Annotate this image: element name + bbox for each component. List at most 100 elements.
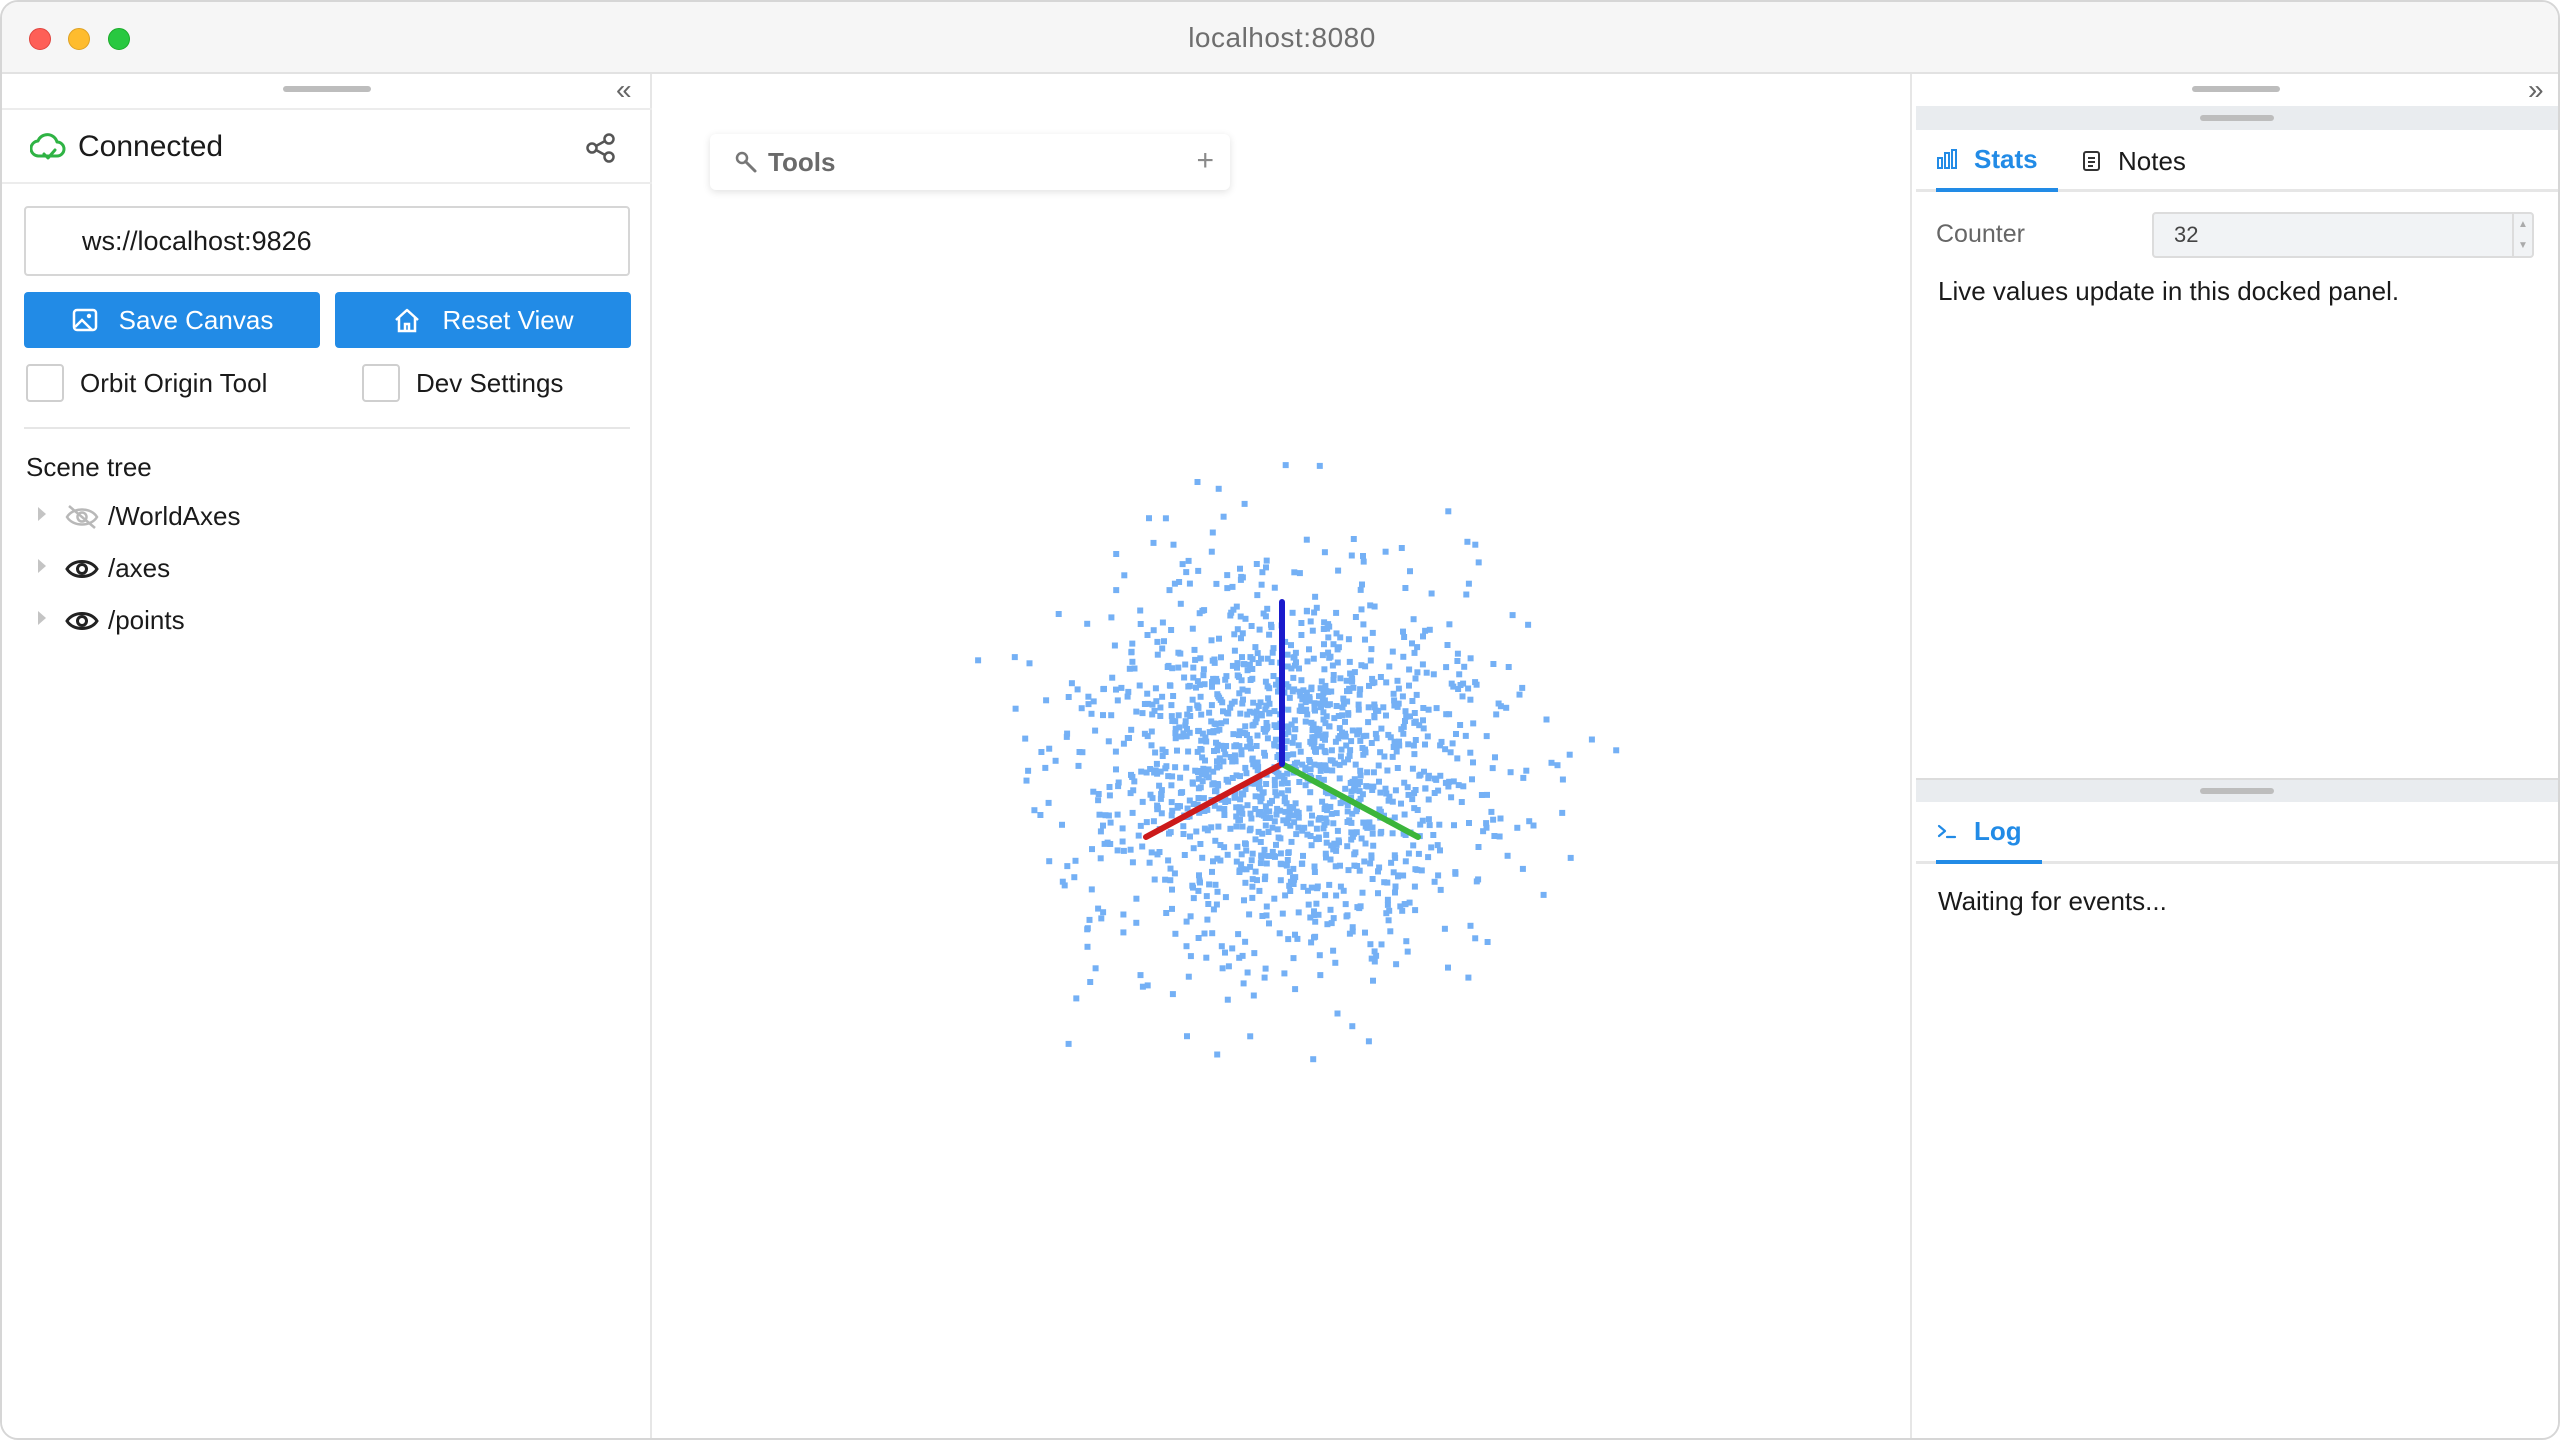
point <box>1348 836 1355 843</box>
point <box>1283 862 1290 869</box>
eye-icon[interactable] <box>64 608 100 634</box>
point <box>1493 711 1500 718</box>
point <box>1208 637 1215 644</box>
counter-stepper[interactable]: ▲ ▼ <box>2512 214 2532 256</box>
point <box>1383 712 1389 719</box>
point <box>1261 974 1268 981</box>
point <box>1322 892 1329 899</box>
point <box>1255 660 1262 666</box>
point <box>1072 857 1079 864</box>
point <box>1441 925 1448 932</box>
point <box>1190 664 1197 671</box>
panel-resize-strip[interactable] <box>1916 106 2558 130</box>
point <box>1462 732 1469 739</box>
point <box>1410 742 1417 749</box>
point <box>1284 857 1291 863</box>
point <box>1238 851 1245 858</box>
share-icon[interactable] <box>585 132 617 164</box>
tab-log[interactable]: Log <box>1936 802 2042 864</box>
point <box>1254 650 1261 657</box>
point <box>1216 756 1223 763</box>
panel-drag-handle[interactable] <box>2200 788 2274 794</box>
point <box>1146 859 1153 866</box>
collapse-left-panel-button[interactable]: « <box>616 76 632 104</box>
point <box>1225 683 1231 690</box>
stepper-up-icon[interactable]: ▲ <box>2514 214 2532 235</box>
point <box>1011 654 1018 661</box>
tools-toolbar[interactable]: Tools + <box>710 134 1230 190</box>
point <box>1168 627 1175 633</box>
point <box>1244 743 1251 750</box>
point <box>1266 920 1272 927</box>
stepper-down-icon[interactable]: ▼ <box>2514 235 2532 256</box>
point <box>1263 860 1270 867</box>
point <box>1224 572 1231 579</box>
point <box>1359 889 1366 896</box>
stats-tabs: Stats Notes <box>1916 130 2558 192</box>
panel-split-handle[interactable] <box>1916 778 2558 802</box>
point <box>1300 883 1307 890</box>
panel-drag-handle[interactable] <box>2192 86 2280 92</box>
point <box>1222 949 1228 956</box>
point <box>1271 742 1278 749</box>
point <box>1387 928 1394 935</box>
point <box>1395 685 1402 692</box>
point <box>1378 941 1385 948</box>
point <box>1333 841 1340 848</box>
point <box>1392 854 1399 861</box>
point <box>1169 991 1176 998</box>
point <box>1391 697 1398 704</box>
point <box>1425 796 1432 803</box>
point <box>1150 818 1157 825</box>
point <box>1310 1056 1317 1063</box>
scene-canvas[interactable] <box>654 74 1910 1440</box>
point <box>1308 684 1315 691</box>
point <box>1225 963 1232 970</box>
scene-tree-item[interactable]: /WorldAxes <box>2 492 652 542</box>
point <box>1186 797 1193 804</box>
point <box>1230 731 1237 738</box>
point <box>1227 825 1234 832</box>
point <box>1342 718 1348 725</box>
tab-notes[interactable]: Notes <box>2082 130 2186 192</box>
server-url-input[interactable] <box>24 206 630 276</box>
expand-caret-icon[interactable] <box>38 611 46 625</box>
tab-stats[interactable]: Stats <box>1936 130 2058 192</box>
scene-tree-item[interactable]: /axes <box>2 544 652 594</box>
point <box>1260 789 1267 796</box>
eye-icon[interactable] <box>64 556 100 582</box>
panel-drag-handle[interactable] <box>283 86 371 92</box>
point <box>1234 672 1241 679</box>
counter-input[interactable] <box>2152 212 2534 258</box>
scene-tree-item-label: /axes <box>108 553 171 583</box>
point <box>1391 814 1398 821</box>
point <box>1109 674 1116 681</box>
point <box>1470 759 1476 766</box>
dev-settings-checkbox[interactable] <box>362 364 400 402</box>
eye-off-icon[interactable] <box>64 504 100 530</box>
reset-view-button[interactable]: Reset View <box>335 292 631 348</box>
3d-viewport[interactable]: Tools + <box>654 74 1910 1440</box>
point <box>1073 995 1080 1002</box>
point <box>1162 515 1169 522</box>
panel-drag-handle[interactable] <box>2200 115 2274 121</box>
point <box>1189 779 1196 786</box>
point <box>1150 627 1157 634</box>
point <box>1406 666 1413 673</box>
window-title: localhost:8080 <box>1188 22 1376 53</box>
point <box>1215 823 1222 830</box>
orbit-origin-tool-checkbox[interactable] <box>26 364 64 402</box>
expand-caret-icon[interactable] <box>38 559 46 573</box>
point <box>1242 723 1249 730</box>
point <box>1414 807 1421 813</box>
connection-status-label: Connected <box>78 130 224 163</box>
point <box>1525 621 1532 628</box>
add-tool-button[interactable]: + <box>1196 144 1214 178</box>
expand-caret-icon[interactable] <box>38 507 46 521</box>
point <box>1349 1023 1356 1030</box>
point <box>1345 710 1352 717</box>
point <box>1137 822 1144 829</box>
scene-tree-item[interactable]: /points <box>2 596 652 646</box>
save-canvas-button[interactable]: Save Canvas <box>24 292 320 348</box>
collapse-right-panel-button[interactable]: » <box>2528 76 2544 104</box>
